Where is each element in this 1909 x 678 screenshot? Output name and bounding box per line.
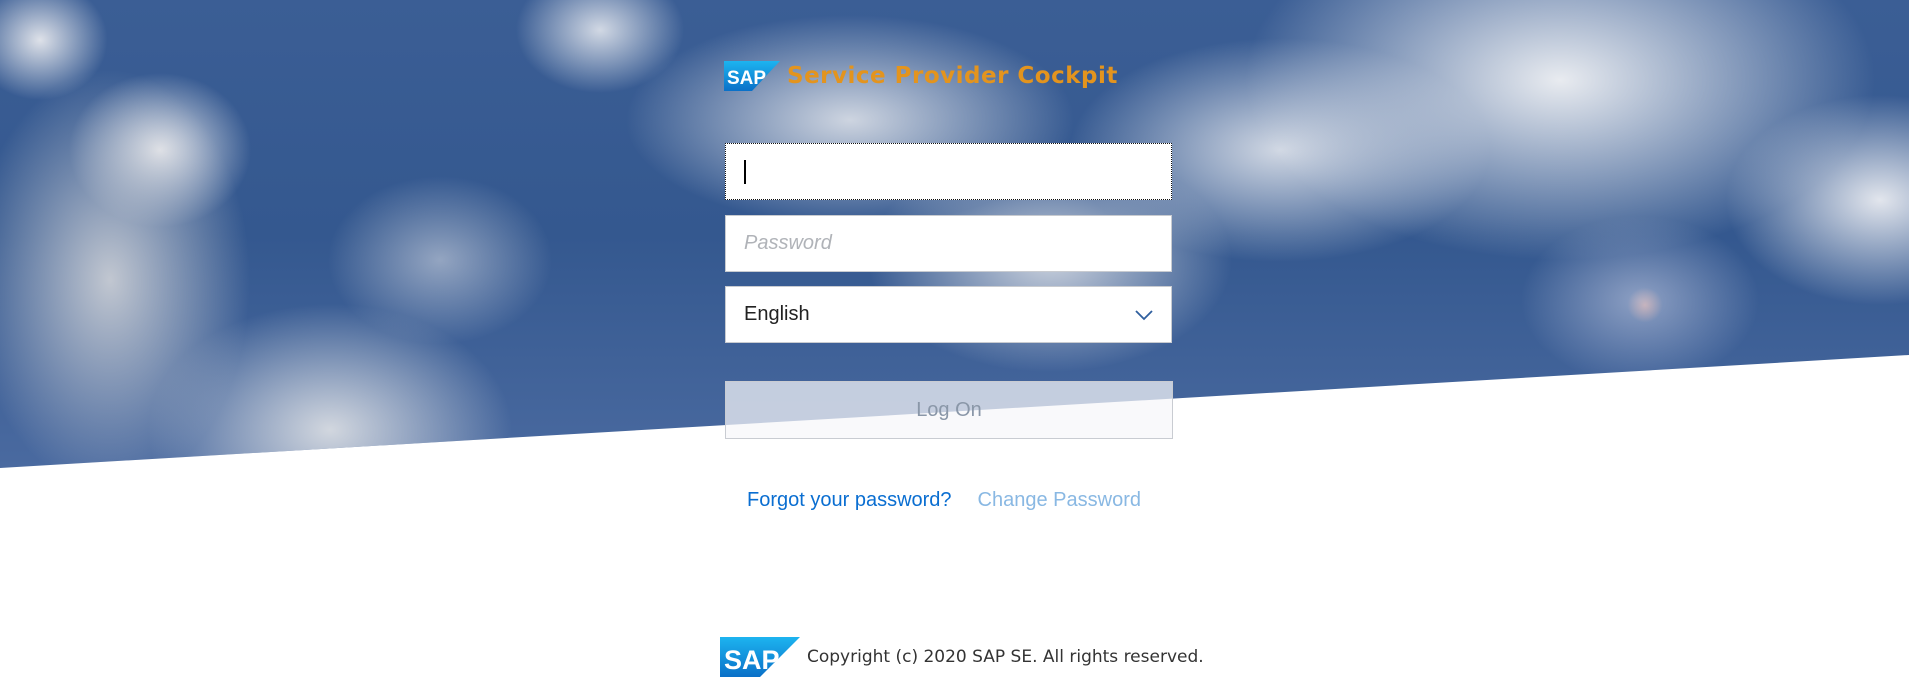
sap-logo-icon: SAP — [724, 61, 780, 91]
password-field[interactable] — [725, 215, 1172, 272]
password-input[interactable] — [726, 216, 1171, 271]
sap-footer-logo-text: SAP — [724, 645, 780, 675]
copyright-text: Copyright (c) 2020 SAP SE. All rights re… — [807, 647, 1204, 667]
text-cursor — [744, 160, 746, 184]
username-field[interactable] — [725, 143, 1172, 200]
username-input[interactable] — [726, 144, 1171, 199]
footer: SAP Copyright (c) 2020 SAP SE. All right… — [720, 637, 1204, 677]
change-password-link[interactable]: Change Password — [978, 489, 1141, 515]
brand-header: SAP Service Provider Cockpit — [724, 61, 1118, 91]
account-links: Forgot your password? Change Password — [747, 489, 1141, 515]
sap-logo-text: SAP — [727, 68, 766, 89]
sap-footer-logo-icon: SAP — [720, 637, 800, 677]
forgot-password-link[interactable]: Forgot your password? — [747, 489, 952, 515]
chevron-down-icon[interactable] — [1135, 309, 1153, 321]
app-title: Service Provider Cockpit — [787, 63, 1118, 89]
language-select[interactable]: English — [725, 286, 1172, 343]
log-on-button[interactable]: Log On — [725, 381, 1173, 439]
language-selected-value: English — [744, 303, 810, 325]
